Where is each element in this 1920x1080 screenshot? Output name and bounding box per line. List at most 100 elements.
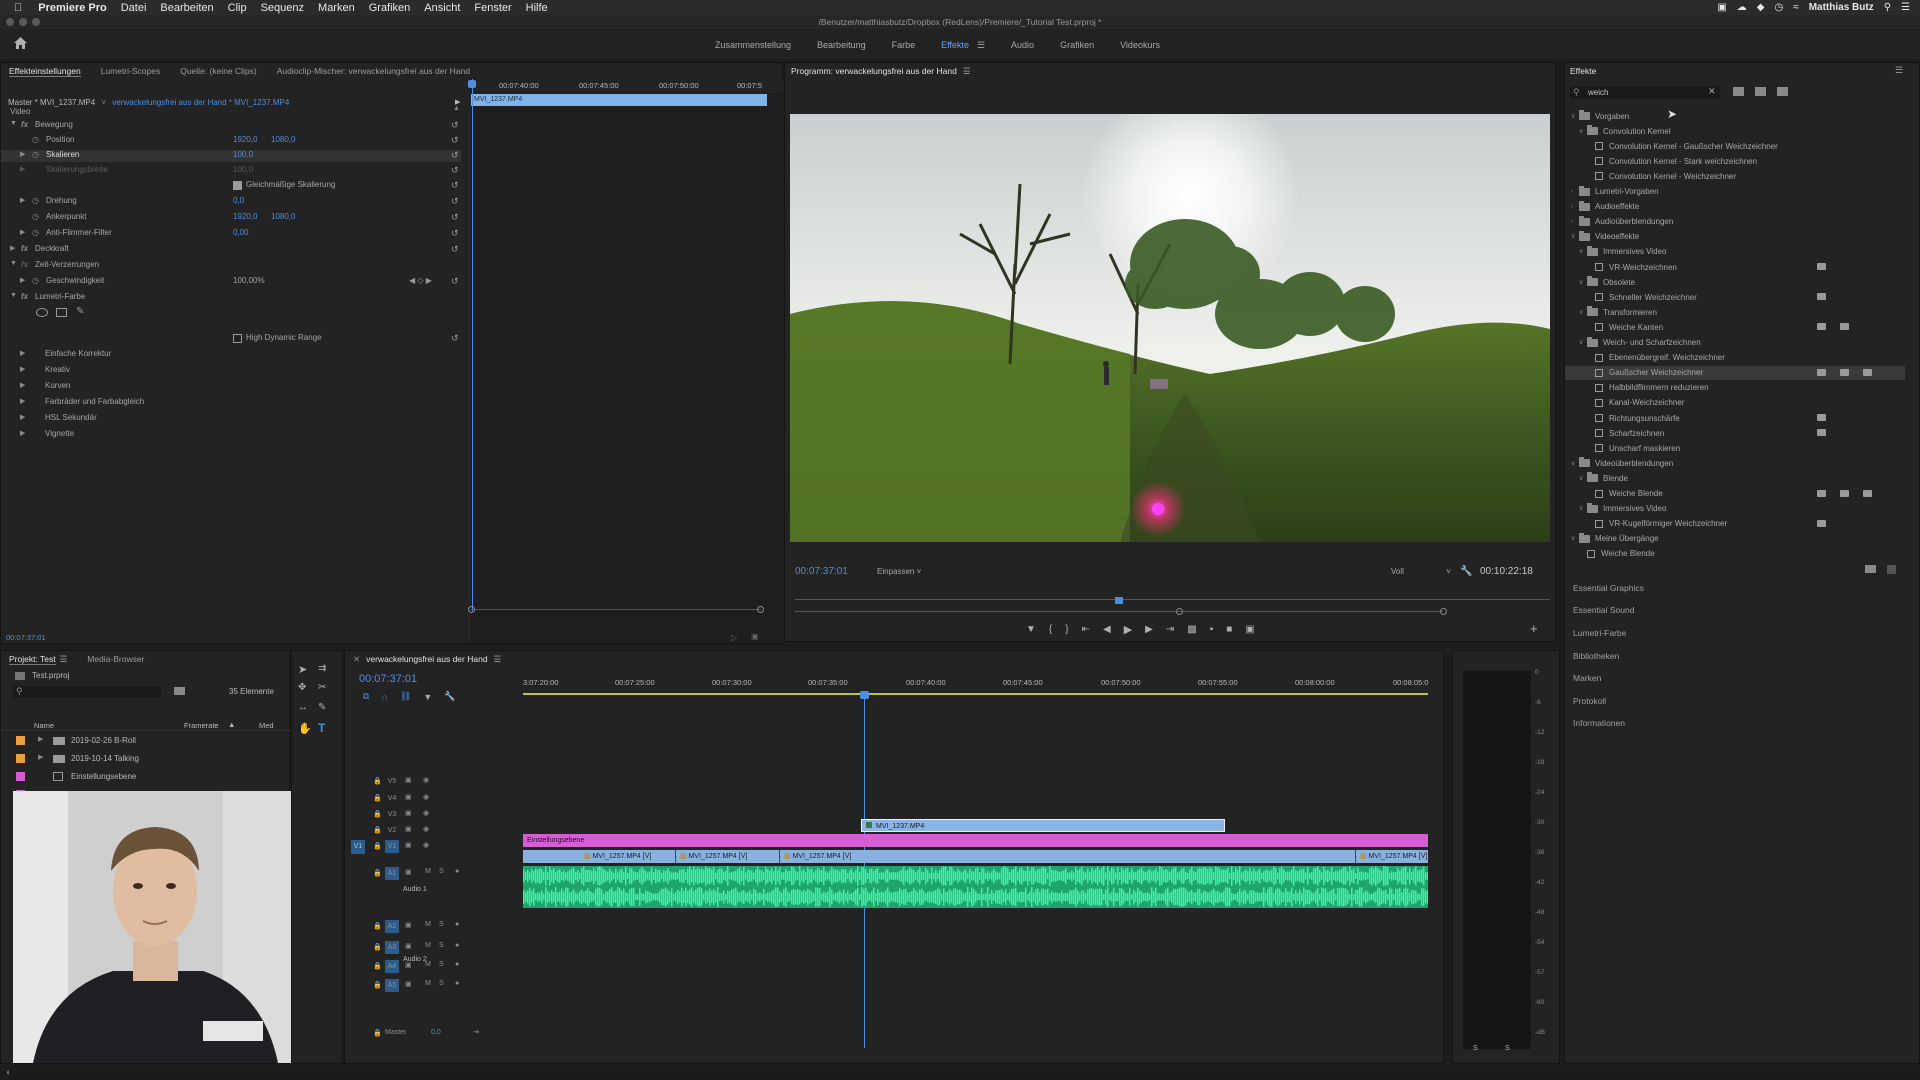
video-track-header[interactable]: 🔒 V5 ▣ ◉ (345, 777, 525, 795)
chevron-right-icon[interactable]: › (1571, 189, 1579, 195)
sync-lock-icon[interactable]: ▣ (405, 776, 412, 784)
effects-search-box[interactable]: ⚲ weich ✕ (1570, 86, 1720, 99)
expand-skalierungsbreite-icon[interactable]: ▶ (20, 165, 25, 173)
effect-folder[interactable]: › Audioeffekte (1571, 200, 1639, 214)
eye-icon[interactable]: ◉ (423, 809, 429, 817)
program-time-ruler[interactable] (795, 599, 1550, 600)
effect-item[interactable]: Unscharf maskieren (1587, 441, 1680, 455)
col-name[interactable]: Name (34, 721, 54, 730)
effect-folder[interactable]: ∨ Videoeffekte (1571, 230, 1639, 244)
effect-item[interactable]: Kanal-Weichzeichner (1587, 396, 1684, 410)
skalieren-value[interactable]: 100,0 (233, 150, 253, 159)
lock-icon[interactable]: 🔒 (373, 922, 382, 930)
chevron-down-icon[interactable]: ∨ (1579, 309, 1587, 316)
stopwatch-icon[interactable]: ◷ (32, 135, 39, 144)
reset-icon[interactable]: ↺ (451, 228, 459, 239)
chevron-right-icon[interactable]: › (1571, 204, 1579, 210)
fx-badge-icon[interactable]: fx (21, 120, 28, 129)
side-panel-lumetri-farbe[interactable]: Lumetri-Farbe (1573, 628, 1626, 638)
lumetri-kurven[interactable]: Kurven (45, 381, 70, 390)
program-monitor-title[interactable]: Programm: verwackelungsfrei aus der Hand (791, 66, 957, 76)
solo-right[interactable]: S (1505, 1045, 1510, 1052)
extract-icon[interactable]: ▪ (1210, 624, 1214, 635)
keyframe-nav-icon[interactable]: ◀ ◇ ▶ (409, 276, 432, 285)
workspace-tab-audio[interactable]: Audio (1011, 40, 1034, 51)
track-select-tool-icon[interactable]: ⇉ (318, 663, 326, 674)
mute-button[interactable]: M (425, 942, 431, 949)
drehung-value[interactable]: 0,0 (233, 196, 244, 205)
effect-folder[interactable]: › Audioüberblendungen (1571, 215, 1673, 229)
32bit-filter-icon[interactable] (1755, 87, 1766, 96)
effect-deckkraft[interactable]: Deckkraft (35, 244, 69, 253)
zoom-scrollbar[interactable] (471, 609, 761, 610)
linked-selection-icon[interactable]: ⛓ (400, 691, 411, 702)
user-name[interactable]: Matthias Butz (1809, 2, 1874, 13)
reset-icon[interactable]: ↺ (451, 333, 459, 344)
reset-icon[interactable]: ↺ (451, 212, 459, 223)
menu-clip[interactable]: Clip (228, 2, 247, 14)
playhead-handle[interactable] (468, 80, 476, 88)
expand-zeitverzerrungen-icon[interactable]: ▼ (10, 260, 17, 267)
export-frame-icon[interactable]: ▣ (751, 632, 759, 641)
stopwatch-icon[interactable]: ◷ (32, 276, 39, 285)
clip-v1-2[interactable]: ▩ MVI_1257.MP4 [V] (675, 850, 775, 863)
step-back-icon[interactable]: ◀ (1103, 624, 1111, 635)
workspace-tab-bearbeitung[interactable]: Bearbeitung (817, 40, 866, 51)
project-item[interactable]: Einstellungsebene (71, 772, 136, 781)
menu-fenster[interactable]: Fenster (474, 2, 511, 14)
chevron-down-icon[interactable]: ∨ (1571, 460, 1579, 467)
antiflimmer-value[interactable]: 0,00 (233, 228, 249, 237)
effect-folder[interactable]: › Lumetri-Vorgaben (1571, 185, 1659, 199)
close-tab-icon[interactable]: ✕ (353, 654, 360, 665)
panel-menu-icon[interactable]: ☰ (494, 654, 502, 665)
go-to-end-icon[interactable]: ⇥ (473, 1028, 479, 1036)
tab-quelle[interactable]: Quelle: (keine Clips) (180, 66, 257, 76)
delete-icon[interactable] (1887, 565, 1896, 574)
fx-badge-icon[interactable]: fx (21, 292, 28, 301)
track-label[interactable]: A4 (385, 960, 399, 973)
wrench-icon[interactable]: 🔧 (1460, 566, 1472, 577)
chevron-down-icon[interactable]: ∨ (1579, 248, 1587, 255)
panel-menu-icon[interactable]: ☰ (1895, 65, 1903, 76)
chevron-down-icon[interactable]: ∨ (1571, 113, 1579, 120)
ellipse-mask-icon[interactable] (36, 308, 48, 317)
effect-item[interactable]: Richtungsunschärfe (1587, 411, 1680, 425)
effect-folder[interactable]: ∨ Meine Übergänge (1571, 532, 1659, 546)
expand-bewegung-icon[interactable]: ▼ (10, 120, 17, 127)
scroll-handle-right[interactable] (757, 606, 764, 613)
notification-icon[interactable]: ☰ (1901, 2, 1910, 13)
zoom-handle-right[interactable] (1440, 608, 1447, 615)
effect-item[interactable]: VR-Kugelförmiger Weichzeichner (1587, 517, 1727, 531)
chevron-down-icon[interactable]: ∨ (1579, 339, 1587, 346)
effect-item[interactable]: Ebenenübergreif. Weichzeichner (1587, 351, 1725, 365)
lock-icon[interactable]: 🔒 (373, 981, 382, 989)
filter-icon[interactable]: ▷ (731, 633, 737, 642)
effect-folder[interactable]: ∨ Convolution Kernel (1579, 124, 1671, 138)
creative-cloud-icon[interactable]: ☁ (1737, 2, 1747, 13)
selection-tool-icon[interactable]: ➤ (298, 663, 307, 676)
stopwatch-icon[interactable]: ◷ (32, 228, 39, 237)
workspace-tab-zusammenstellung[interactable]: Zusammenstellung (715, 40, 791, 51)
clip-v3[interactable]: MVI_1237.MP4 (861, 819, 1225, 832)
position-x-value[interactable]: 1920,0 (233, 135, 257, 144)
compare-view-icon[interactable]: ▣ (1245, 624, 1254, 635)
sequence-tab[interactable]: verwackelungsfrei aus der Hand (366, 654, 487, 664)
lock-icon[interactable]: 🔒 (373, 842, 382, 850)
expand-antiflimmer-icon[interactable]: ▶ (20, 228, 25, 236)
playhead[interactable] (472, 79, 473, 611)
effect-controls-timecode[interactable]: 00:07:37:01 (6, 633, 46, 642)
accelerated-effects-filter-icon[interactable] (1733, 87, 1744, 96)
reset-icon[interactable]: ↺ (451, 276, 459, 287)
tab-projekt[interactable]: Projekt: Test (9, 654, 56, 665)
expand-geschwindigkeit-icon[interactable]: ▶ (20, 276, 25, 284)
lock-icon[interactable]: 🔒 (373, 962, 382, 970)
position-y-value[interactable]: 1080,0 (271, 135, 295, 144)
effect-item[interactable]: Weiche Blende (1587, 487, 1663, 501)
go-to-out-icon[interactable]: ⇥ (1166, 624, 1174, 635)
side-panel-bibliotheken[interactable]: Bibliotheken (1573, 651, 1619, 661)
effect-folder[interactable]: ∨ Transformieren (1579, 305, 1657, 319)
lock-icon[interactable]: 🔒 (373, 943, 382, 951)
side-panel-essential-graphics[interactable]: Essential Graphics (1573, 583, 1644, 593)
stopwatch-icon[interactable]: ◷ (32, 196, 39, 205)
track-label[interactable]: A3 (385, 941, 399, 954)
